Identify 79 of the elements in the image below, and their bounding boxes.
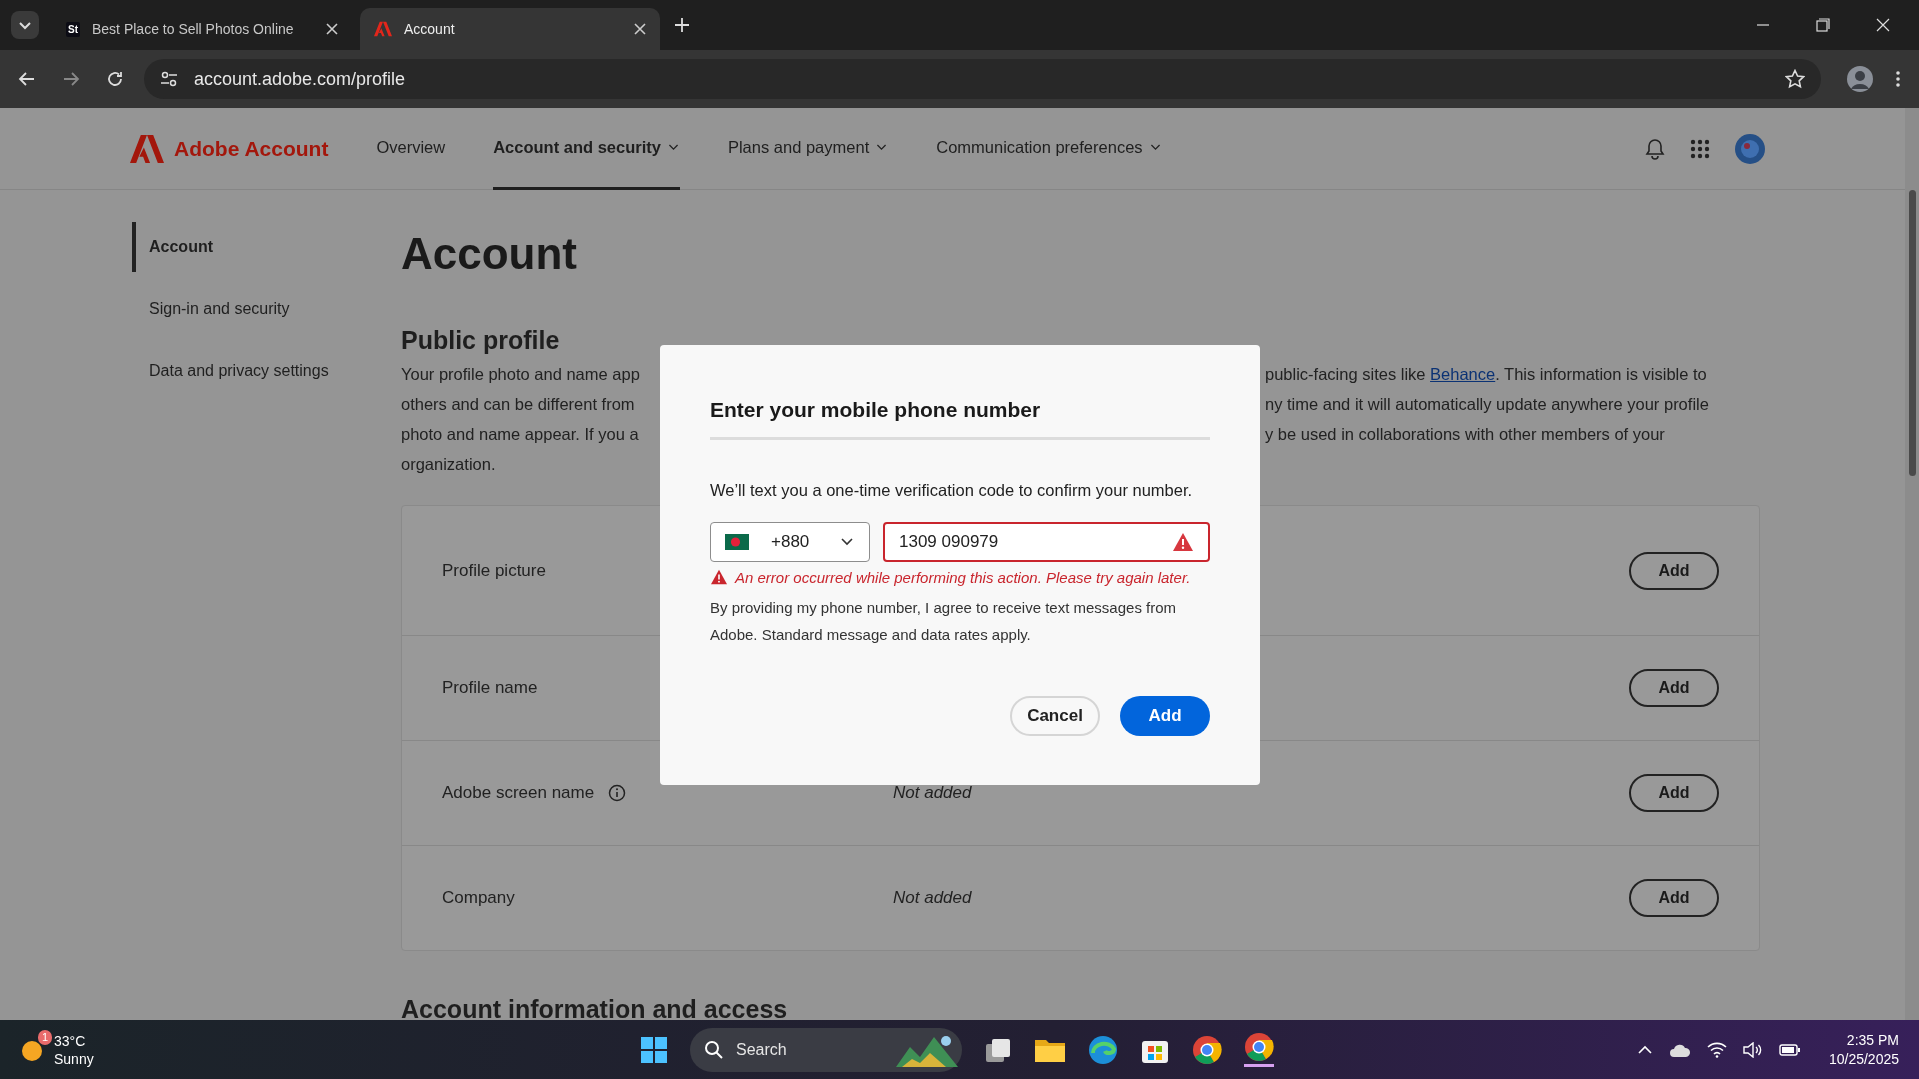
forward-icon[interactable] — [62, 70, 80, 88]
battery-icon[interactable] — [1778, 1042, 1801, 1057]
adobe-logo-icon[interactable] — [130, 134, 164, 163]
clock-time: 2:35 PM — [1846, 1030, 1899, 1050]
scrollbar[interactable] — [1905, 108, 1919, 1020]
bell-icon[interactable] — [1645, 137, 1665, 160]
country-code-select[interactable]: +880 — [710, 522, 870, 562]
bookmark-star-icon[interactable] — [1785, 69, 1805, 89]
dialog-text: We’ll text you a one-time verification code to confirm your number. — [710, 480, 1194, 501]
favicon: St — [66, 21, 80, 37]
close-icon[interactable] — [1876, 18, 1890, 32]
nav-tab[interactable]: Account and security — [493, 108, 680, 190]
address-field[interactable]: account.adobe.com/profile — [144, 59, 1821, 99]
add-button[interactable]: Add — [1629, 774, 1719, 812]
description-text: y be used in collaborations with other members of your — [1265, 424, 1666, 445]
add-button[interactable]: Add — [1120, 696, 1210, 736]
section-title: Account information and access — [401, 994, 789, 1020]
warning-icon — [710, 569, 728, 585]
close-icon[interactable] — [634, 23, 646, 35]
site-settings-icon[interactable] — [160, 70, 178, 88]
clock-date: 10/25/2025 — [1828, 1049, 1899, 1069]
chrome-icon[interactable] — [1192, 1034, 1222, 1065]
field-label: Company — [442, 888, 515, 908]
add-button[interactable]: Add — [1629, 879, 1719, 917]
chrome-icon[interactable] — [1244, 1032, 1274, 1067]
tab-search-icon[interactable] — [10, 10, 40, 40]
notification-badge: 1 — [37, 1029, 52, 1045]
description-text: organization. — [401, 454, 497, 475]
restore-icon[interactable] — [1816, 18, 1830, 32]
search-field[interactable]: Search — [690, 1027, 962, 1072]
field-value: Not added — [893, 783, 972, 802]
description-text: Your profile photo and name app — [401, 364, 641, 385]
flag-icon — [725, 534, 749, 550]
description-text: photo and name appear. If you a — [401, 424, 640, 445]
nav-tab[interactable]: Plans and payment — [727, 108, 889, 190]
close-icon[interactable] — [326, 23, 338, 35]
field-label: Profile name — [442, 678, 538, 698]
field-label: Profile picture — [442, 560, 546, 581]
sidebar-item[interactable]: Data and privacy settings — [132, 346, 401, 396]
add-button[interactable]: Add — [1629, 669, 1719, 707]
phone-field[interactable]: 1309 090979 — [883, 522, 1210, 562]
search-icon — [704, 1039, 724, 1060]
sidebar-item[interactable]: Account — [132, 222, 401, 272]
error-message: An error occurred while performing this action. Please try again later. — [735, 568, 1191, 586]
browser-swirl-icon[interactable] — [1088, 1034, 1118, 1065]
wifi-icon[interactable] — [1706, 1041, 1727, 1058]
weather-condition: Sunny — [54, 1049, 94, 1068]
section-title: Public profile — [401, 325, 561, 355]
description-text: ny time and it will automatically update anywhere your profile — [1265, 394, 1710, 415]
sidebar-item[interactable]: Sign-in and security — [132, 284, 401, 334]
profile-avatar-icon[interactable] — [1735, 133, 1765, 164]
behance-link[interactable]: Behance — [1430, 365, 1496, 383]
field-value: Not added — [893, 888, 972, 907]
field-label: Adobe screen name — [442, 783, 595, 803]
browser-tab[interactable]: St Best Place to Sell Photos Online — [52, 8, 352, 50]
nav-tab[interactable]: Overview — [376, 108, 446, 190]
new-tab-icon[interactable] — [674, 17, 690, 33]
speaker-icon[interactable] — [1742, 1041, 1763, 1058]
apps-grid-icon[interactable] — [1690, 138, 1710, 159]
more-menu-icon[interactable] — [1895, 70, 1901, 88]
consent-text: By providing my phone number, I agree to receive text messages from Adobe. Standard message and data rates apply. — [710, 598, 1178, 645]
cancel-button[interactable]: Cancel — [1010, 696, 1100, 736]
nav-tab[interactable]: Communication preferences — [936, 108, 1162, 190]
description-text: public-facing sites like Behance. This information is visible to — [1265, 364, 1708, 385]
page-title: Account — [401, 228, 578, 280]
adobe-logo-icon — [374, 21, 392, 37]
windows-start-icon[interactable] — [640, 1035, 668, 1064]
back-icon[interactable] — [18, 70, 36, 88]
add-button[interactable]: Add — [1629, 551, 1719, 590]
profile-avatar-icon[interactable] — [1847, 66, 1873, 92]
info-icon[interactable] — [608, 784, 627, 802]
clock[interactable]: 2:35 PM 10/25/2025 — [1828, 1030, 1899, 1069]
description-text: others and can be different from — [401, 394, 636, 415]
temperature: 33°C — [54, 1031, 87, 1050]
scroll-thumb[interactable] — [1909, 190, 1916, 476]
browser-tab[interactable]: Account — [360, 8, 660, 50]
reload-icon[interactable] — [106, 70, 124, 88]
dialog-title: Enter your mobile phone number — [710, 397, 1042, 423]
warning-icon — [1172, 532, 1194, 552]
